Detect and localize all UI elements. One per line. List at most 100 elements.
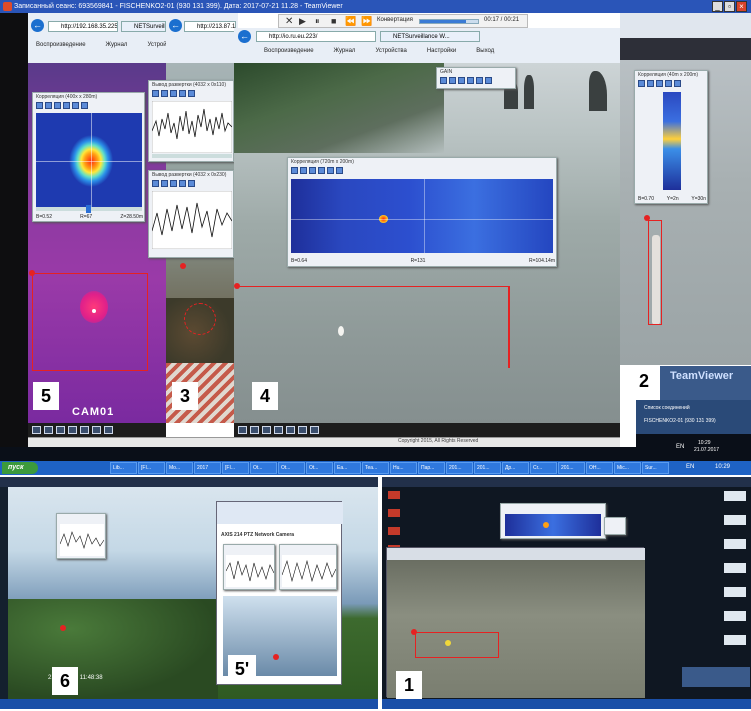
stop-icon[interactable]: ✕ bbox=[285, 16, 293, 27]
taskbar-item[interactable]: Mo... bbox=[166, 462, 193, 474]
tool-icon[interactable] bbox=[63, 102, 70, 109]
taskbar-item[interactable]: OH... bbox=[586, 462, 613, 474]
taskbar-item[interactable]: Tea... bbox=[362, 462, 389, 474]
tool-icon[interactable] bbox=[291, 167, 298, 174]
back-icon[interactable]: ← bbox=[238, 30, 251, 43]
tool-icon[interactable] bbox=[54, 102, 61, 109]
ctl-icon[interactable] bbox=[250, 426, 259, 434]
tool-icon[interactable] bbox=[485, 77, 492, 84]
taskbar-item[interactable]: Ot... bbox=[250, 462, 277, 474]
address-bar-left[interactable]: http://192.168.35.225/ bbox=[48, 21, 118, 32]
ctl-icon[interactable] bbox=[104, 426, 113, 434]
play-icon[interactable]: ▶ bbox=[299, 16, 306, 27]
tool-icon[interactable] bbox=[300, 167, 307, 174]
fast-forward-icon[interactable]: ⏩ bbox=[361, 16, 372, 27]
tab-left[interactable]: NETSurveillance bbox=[121, 21, 166, 32]
menu-settings[interactable]: Настройки bbox=[427, 48, 456, 54]
popup-toolbar bbox=[635, 80, 707, 90]
address-bar-mid[interactable]: http://213.87.104 bbox=[184, 21, 236, 32]
taskbar-item[interactable]: 2017 bbox=[194, 462, 221, 474]
tool-icon[interactable] bbox=[665, 80, 672, 87]
tool-icon[interactable] bbox=[170, 90, 177, 97]
tool-icon[interactable] bbox=[161, 180, 168, 187]
tool-icon[interactable] bbox=[72, 102, 79, 109]
correlation-popup-mid: Корреляция (720m x 200m) B=0.64 R=131 R=10… bbox=[287, 157, 557, 267]
ctl-icon[interactable] bbox=[56, 426, 65, 434]
tab-right[interactable]: NETSurveillance W... bbox=[380, 31, 480, 42]
tool-icon[interactable] bbox=[170, 180, 177, 187]
tool-icon[interactable] bbox=[36, 102, 43, 109]
back-icon[interactable]: ← bbox=[169, 19, 182, 32]
taskbar-item[interactable]: Mic... bbox=[614, 462, 641, 474]
taskbar-item[interactable]: Ot... bbox=[306, 462, 333, 474]
ctl-icon[interactable] bbox=[286, 426, 295, 434]
menu-playback[interactable]: Воспроизведение bbox=[36, 42, 86, 48]
ctl-icon[interactable] bbox=[80, 426, 89, 434]
back-icon[interactable]: ← bbox=[31, 19, 44, 32]
tool-icon[interactable] bbox=[458, 77, 465, 84]
tool-icon[interactable] bbox=[656, 80, 663, 87]
popup-slider[interactable] bbox=[152, 154, 232, 158]
restore-button[interactable]: ▫ bbox=[724, 1, 735, 12]
tool-icon[interactable] bbox=[440, 77, 447, 84]
tool-icon[interactable] bbox=[152, 90, 159, 97]
tool-icon[interactable] bbox=[327, 167, 334, 174]
tool-icon[interactable] bbox=[188, 180, 195, 187]
ctl-icon[interactable] bbox=[68, 426, 77, 434]
tool-icon[interactable] bbox=[647, 80, 654, 87]
tool-icon[interactable] bbox=[449, 77, 456, 84]
connection-item[interactable]: FISCHENKO2-01 (930 131 399) bbox=[644, 418, 716, 424]
taskbar-item[interactable]: Ea... bbox=[334, 462, 361, 474]
rect-anchor-1 bbox=[411, 629, 417, 635]
tool-icon[interactable] bbox=[336, 167, 343, 174]
ctl-icon[interactable] bbox=[32, 426, 41, 434]
minimize-button[interactable]: _ bbox=[712, 1, 723, 12]
pause-icon[interactable]: ⏸ bbox=[315, 16, 320, 27]
rewind-icon[interactable]: ⏪ bbox=[345, 16, 356, 27]
taskbar-item[interactable]: 201... bbox=[558, 462, 585, 474]
tool-icon[interactable] bbox=[674, 80, 681, 87]
taskbar-item[interactable]: Lib... bbox=[110, 462, 137, 474]
tool-icon[interactable] bbox=[188, 90, 195, 97]
taskbar-item[interactable]: Sur... bbox=[642, 462, 669, 474]
menu-playback[interactable]: Воспроизведение bbox=[264, 48, 314, 54]
ctl-icon[interactable] bbox=[238, 426, 247, 434]
menu-exit[interactable]: Выход bbox=[476, 48, 494, 54]
close-button[interactable]: × bbox=[736, 1, 747, 12]
taskbar-item[interactable]: Дp... bbox=[502, 462, 529, 474]
menu-journal[interactable]: Журнал bbox=[106, 42, 128, 48]
ctl-icon[interactable] bbox=[274, 426, 283, 434]
popup-slider[interactable] bbox=[36, 205, 142, 213]
tool-icon[interactable] bbox=[467, 77, 474, 84]
taskbar-item[interactable]: Cr... bbox=[530, 462, 557, 474]
tool-icon[interactable] bbox=[309, 167, 316, 174]
record-stop-icon[interactable]: ■ bbox=[331, 16, 336, 26]
tool-icon[interactable] bbox=[45, 102, 52, 109]
tool-icon[interactable] bbox=[318, 167, 325, 174]
playback-progress[interactable] bbox=[419, 19, 479, 24]
taskbar-item[interactable]: Hu... bbox=[390, 462, 417, 474]
tool-icon[interactable] bbox=[81, 102, 88, 109]
ctl-icon[interactable] bbox=[262, 426, 271, 434]
taskbar-item[interactable]: 201... bbox=[446, 462, 473, 474]
address-bar-right[interactable]: http://io.ru.eu.223/ bbox=[256, 31, 376, 42]
ctl-icon[interactable] bbox=[310, 426, 319, 434]
tool-icon[interactable] bbox=[638, 80, 645, 87]
ctl-icon[interactable] bbox=[92, 426, 101, 434]
tool-icon[interactable] bbox=[152, 180, 159, 187]
ctl-icon[interactable] bbox=[44, 426, 53, 434]
taskbar-item[interactable]: Ot... bbox=[278, 462, 305, 474]
menu-devices[interactable]: Устройства bbox=[375, 48, 406, 54]
menu-journal[interactable]: Журнал bbox=[334, 48, 356, 54]
taskbar-item[interactable]: 201... bbox=[474, 462, 501, 474]
tool-icon[interactable] bbox=[476, 77, 483, 84]
ctl-icon[interactable] bbox=[298, 426, 307, 434]
tool-icon[interactable] bbox=[179, 90, 186, 97]
tool-icon[interactable] bbox=[161, 90, 168, 97]
tool-icon[interactable] bbox=[179, 180, 186, 187]
taskbar-item[interactable]: Пар... bbox=[418, 462, 445, 474]
scrollbar[interactable]: Copyright 2015, All Rights Reserved bbox=[28, 437, 620, 447]
start-button[interactable]: пуск bbox=[2, 462, 38, 474]
taskbar-item[interactable]: [FI... bbox=[222, 462, 249, 474]
taskbar-item[interactable]: [FI... bbox=[138, 462, 165, 474]
